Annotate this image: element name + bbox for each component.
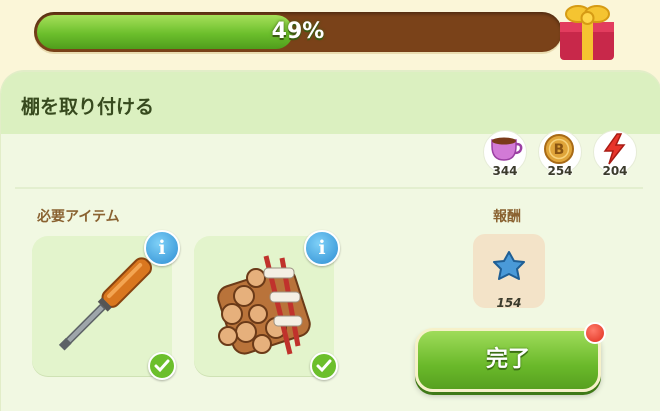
coin-icon: B (544, 134, 574, 164)
divider (15, 187, 643, 189)
progress-label: 49% (271, 19, 325, 44)
reward-label: 報酬 (493, 209, 521, 225)
resource-energy: 204 (593, 130, 637, 186)
tea-cup-icon (491, 137, 523, 161)
resource-tea: 344 (483, 130, 527, 186)
reward-value: 154 (496, 296, 522, 310)
notification-dot (584, 322, 606, 344)
panel-title: 棚を取り付ける (21, 96, 155, 118)
tea-count: 344 (492, 164, 518, 178)
coin-count: 254 (547, 164, 573, 178)
complete-button[interactable]: 完了 (415, 328, 601, 392)
required-item-screwdriver[interactable]: i (32, 230, 180, 380)
check-icon (310, 352, 338, 380)
complete-button-label: 完了 (485, 347, 530, 372)
energy-count: 204 (602, 164, 628, 178)
item-info-button[interactable]: i (304, 230, 340, 266)
panel-header: 棚を取り付ける (1, 72, 660, 134)
item-info-button[interactable]: i (144, 230, 180, 266)
blue-star-icon (493, 251, 525, 280)
check-icon (148, 352, 176, 380)
svg-text:B: B (554, 142, 565, 158)
required-item-firewood[interactable]: i (194, 230, 340, 380)
resource-coin: B 254 (538, 130, 582, 186)
energy-bolt-icon (603, 133, 626, 165)
task-progress-bar: 49% (34, 12, 562, 52)
gift-box-icon[interactable] (552, 0, 622, 62)
required-items-label: 必要アイテム (37, 209, 120, 225)
